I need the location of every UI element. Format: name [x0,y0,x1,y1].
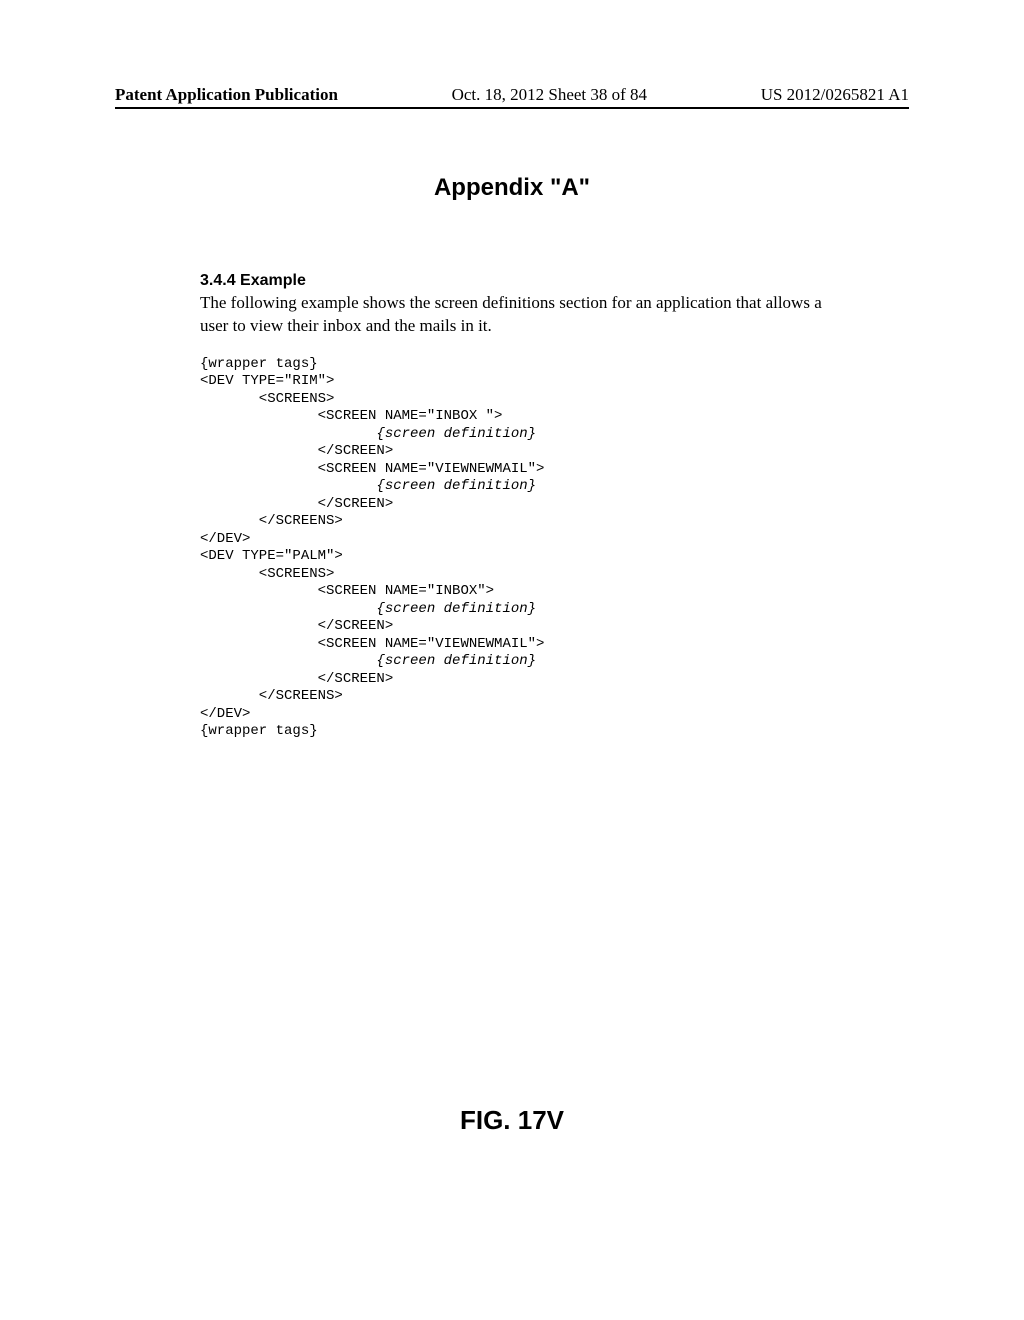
section-heading: 3.4.4 Example [200,272,849,290]
code-line: </SCREEN> [200,671,393,687]
code-line: <DEV TYPE="RIM"> [200,373,334,389]
code-line-italic: {screen definition} [200,426,536,442]
code-line: </SCREEN> [200,618,393,634]
code-line: <SCREENS> [200,566,334,582]
code-line: <SCREEN NAME="VIEWNEWMAIL"> [200,461,544,477]
code-line-italic: {screen definition} [200,601,536,617]
page-header: Patent Application Publication Oct. 18, … [115,85,909,109]
page: Patent Application Publication Oct. 18, … [0,0,1024,741]
code-line: </DEV> [200,531,250,547]
code-line: </SCREENS> [200,688,343,704]
code-line: <SCREEN NAME="VIEWNEWMAIL"> [200,636,544,652]
header-left: Patent Application Publication [115,85,338,105]
code-line-italic: {screen definition} [200,478,536,494]
content-block: 3.4.4 Example The following example show… [200,272,849,741]
code-line: </SCREENS> [200,513,343,529]
code-line: </SCREEN> [200,496,393,512]
code-line-italic: {screen definition} [200,653,536,669]
code-line: <SCREEN NAME="INBOX"> [200,583,494,599]
code-line: {wrapper tags} [200,723,318,739]
figure-label: FIG. 17V [0,1105,1024,1136]
code-line: <SCREENS> [200,391,334,407]
header-center: Oct. 18, 2012 Sheet 38 of 84 [452,85,647,105]
appendix-title: Appendix "A" [115,174,909,202]
code-block: {wrapper tags} <DEV TYPE="RIM"> <SCREENS… [200,356,849,741]
code-line: <SCREEN NAME="INBOX "> [200,408,502,424]
paragraph: The following example shows the screen d… [200,292,849,338]
code-line: {wrapper tags} [200,356,318,372]
header-right: US 2012/0265821 A1 [761,85,909,105]
code-line: </SCREEN> [200,443,393,459]
code-line: <DEV TYPE="PALM"> [200,548,343,564]
code-line: </DEV> [200,706,250,722]
